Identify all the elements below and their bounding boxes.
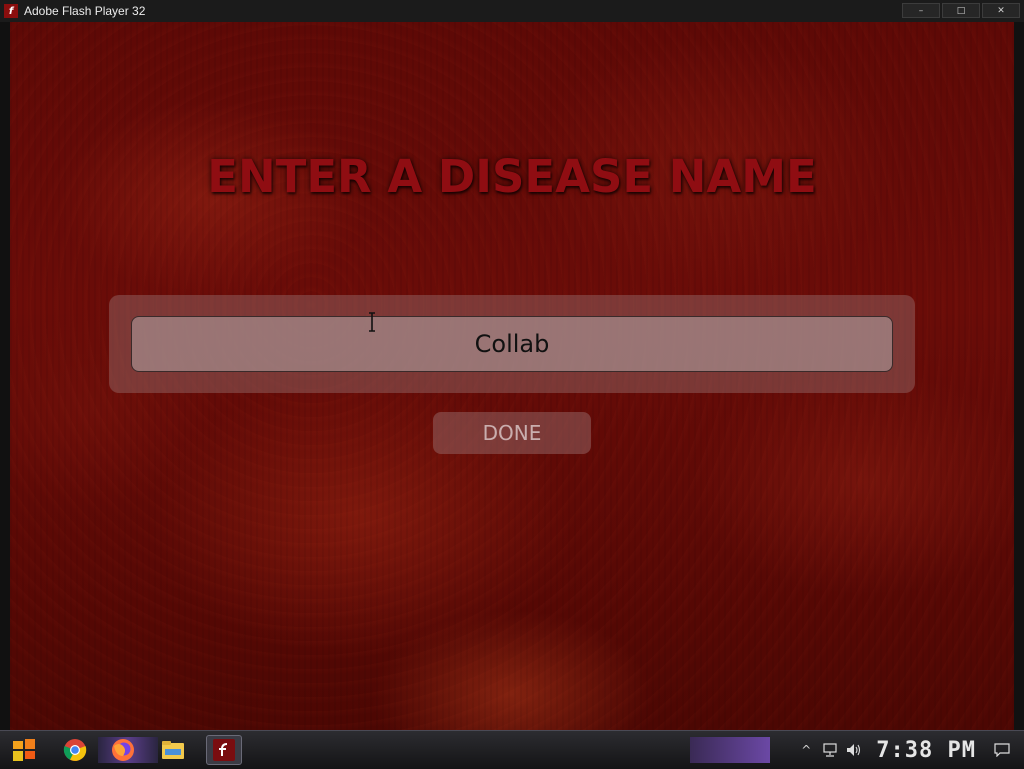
clock[interactable]: 7:38 PM [876,738,976,763]
taskbar-flash-player[interactable] [206,735,242,765]
title-bar[interactable]: f Adobe Flash Player 32 – □ ✕ [0,0,1024,22]
flash-player-window: f Adobe Flash Player 32 – □ ✕ ENTER A DI… [0,0,1024,730]
flash-app-icon: f [4,4,18,18]
tray-chevron-icon[interactable]: ^ [798,742,814,758]
firefox-icon [112,739,134,761]
taskbar: ^ 7:38 PM [0,730,1024,769]
system-tray: ^ 7:38 PM [794,731,1024,769]
volume-icon[interactable] [846,742,862,758]
taskbar-chrome[interactable] [60,735,90,765]
close-button[interactable]: ✕ [982,3,1020,18]
maximize-button[interactable]: □ [942,3,980,18]
window-controls: – □ ✕ [900,3,1020,18]
start-button[interactable] [6,735,42,765]
done-button[interactable]: DONE [433,412,591,454]
taskbar-decoration-right [690,737,770,763]
minimize-button[interactable]: – [902,3,940,18]
notifications-icon[interactable] [994,742,1010,758]
game-stage: ENTER A DISEASE NAME Collab DONE [10,22,1014,730]
folder-icon [162,741,184,759]
taskbar-file-explorer[interactable] [158,735,188,765]
chrome-icon [63,739,87,761]
disease-name-input[interactable]: Collab [131,316,893,372]
taskbar-firefox[interactable] [108,735,138,765]
window-title: Adobe Flash Player 32 [24,4,146,18]
page-title: ENTER A DISEASE NAME [207,150,817,203]
start-icon [13,739,35,761]
network-icon[interactable] [822,742,838,758]
input-panel: Collab [109,295,915,393]
flash-player-icon [213,739,235,761]
text-cursor-icon [369,312,375,332]
